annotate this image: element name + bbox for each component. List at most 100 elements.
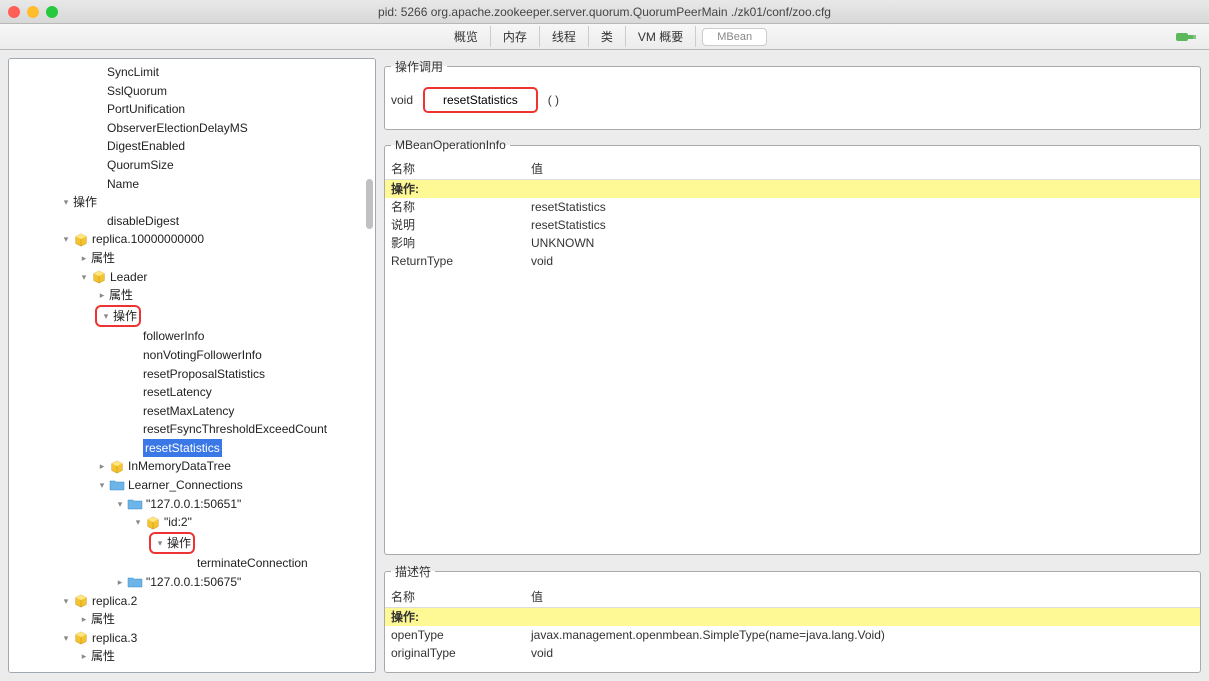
- chevron-down-icon[interactable]: ▾: [99, 307, 113, 326]
- cube-icon: [73, 593, 89, 609]
- chevron-right-icon[interactable]: ▸: [77, 249, 91, 268]
- mbeaninfo-title: MBeanOperationInfo: [391, 138, 510, 152]
- col-name: 名称: [391, 160, 531, 177]
- table-row[interactable]: originalTypevoid: [385, 644, 1200, 662]
- tree-item-ip1[interactable]: ▾"127.0.0.1:50651": [9, 495, 375, 514]
- tree-item-quorumsize[interactable]: QuorumSize: [9, 156, 375, 175]
- minimize-icon[interactable]: [27, 6, 39, 18]
- cube-icon: [109, 459, 125, 475]
- tree-item-attrs2[interactable]: ▸属性: [9, 286, 375, 305]
- window-title: pid: 5266 org.apache.zookeeper.server.qu…: [8, 5, 1201, 19]
- chevron-right-icon[interactable]: ▸: [77, 647, 91, 666]
- highlighted-ops2: ▾操作: [149, 532, 195, 555]
- tree-item-id2[interactable]: ▾"id:2": [9, 513, 375, 532]
- table-row[interactable]: 影响UNKNOWN: [385, 234, 1200, 252]
- folder-icon: [109, 477, 125, 493]
- tree-item-resetlatency[interactable]: resetLatency: [9, 383, 375, 402]
- tree-item-portunification[interactable]: PortUnification: [9, 100, 375, 119]
- detail-panel: 操作调用 void resetStatistics ( ) MBeanOpera…: [384, 58, 1201, 673]
- folder-icon: [127, 574, 143, 590]
- tree-item-nonvoting[interactable]: nonVotingFollowerInfo: [9, 346, 375, 365]
- tree-item-leader[interactable]: ▾Leader: [9, 268, 375, 287]
- tree-item-observerdelay[interactable]: ObserverElectionDelayMS: [9, 119, 375, 138]
- tree-item-resetproposal[interactable]: resetProposalStatistics: [9, 365, 375, 384]
- chevron-down-icon[interactable]: ▾: [131, 513, 145, 532]
- scrollbar[interactable]: [366, 179, 373, 229]
- tree-item-replica3[interactable]: ▾replica.3: [9, 629, 375, 648]
- chevron-down-icon[interactable]: ▾: [59, 592, 73, 611]
- table-row-group: 操作:: [385, 180, 1200, 198]
- tree-item-attrs4[interactable]: ▸属性: [9, 647, 375, 666]
- chevron-down-icon[interactable]: ▾: [59, 193, 73, 212]
- tree-item-ops-id2[interactable]: ▾操作: [9, 532, 375, 555]
- tree-item-resetstats[interactable]: resetStatistics: [9, 439, 375, 458]
- tree-item-replica1[interactable]: ▾replica.10000000000: [9, 230, 375, 249]
- tree-item-name[interactable]: Name: [9, 175, 375, 194]
- content-area: SyncLimit SslQuorum PortUnification Obse…: [0, 50, 1209, 681]
- tree-item-ops-leader[interactable]: ▾操作: [9, 305, 375, 328]
- table-row[interactable]: openTypejavax.management.openmbean.Simpl…: [385, 626, 1200, 644]
- tree-item-sslquorum[interactable]: SslQuorum: [9, 82, 375, 101]
- cube-icon: [91, 269, 107, 285]
- tree-item-resetfsync[interactable]: resetFsyncThresholdExceedCount: [9, 420, 375, 439]
- descriptor-fieldset: 描述符 名称 值 操作: openTypejavax.management.op…: [384, 563, 1201, 673]
- tree-item-attrs3[interactable]: ▸属性: [9, 610, 375, 629]
- tree-item-learnerconn[interactable]: ▾Learner_Connections: [9, 476, 375, 495]
- tabs: 概览 内存 线程 类 VM 概要 MBean: [442, 26, 767, 47]
- invoke-return-type: void: [391, 93, 413, 107]
- tree-item-ip2[interactable]: ▸"127.0.0.1:50675": [9, 573, 375, 592]
- folder-icon: [127, 496, 143, 512]
- table-row[interactable]: 名称resetStatistics: [385, 198, 1200, 216]
- invoke-parens: ( ): [548, 93, 559, 107]
- traffic-lights: [8, 6, 58, 18]
- maximize-icon[interactable]: [46, 6, 58, 18]
- chevron-down-icon[interactable]: ▾: [153, 534, 167, 553]
- tree-item-digestenabled[interactable]: DigestEnabled: [9, 137, 375, 156]
- tree-item-disabledigest[interactable]: disableDigest: [9, 212, 375, 231]
- tab-vm[interactable]: VM 概要: [626, 26, 696, 47]
- cube-icon: [73, 232, 89, 248]
- close-icon[interactable]: [8, 6, 20, 18]
- chevron-right-icon[interactable]: ▸: [95, 457, 109, 476]
- chevron-right-icon[interactable]: ▸: [113, 573, 127, 592]
- cube-icon: [73, 630, 89, 646]
- tree-item-followerinfo[interactable]: followerInfo: [9, 327, 375, 346]
- table-row[interactable]: ReturnTypevoid: [385, 252, 1200, 270]
- tab-memory[interactable]: 内存: [491, 26, 540, 47]
- chevron-right-icon[interactable]: ▸: [95, 286, 109, 305]
- col-name: 名称: [391, 588, 531, 605]
- mbeaninfo-fieldset: MBeanOperationInfo 名称 值 操作: 名称resetStati…: [384, 138, 1201, 555]
- tree-item-terminate[interactable]: terminateConnection: [9, 554, 375, 573]
- app-window: pid: 5266 org.apache.zookeeper.server.qu…: [0, 0, 1209, 681]
- tree-item-attrs1[interactable]: ▸属性: [9, 249, 375, 268]
- chevron-down-icon[interactable]: ▾: [95, 476, 109, 495]
- tree-item-resetmaxlatency[interactable]: resetMaxLatency: [9, 402, 375, 421]
- cube-icon: [145, 515, 161, 531]
- descriptor-title: 描述符: [391, 563, 435, 580]
- tree-item-synclimit[interactable]: SyncLimit: [9, 63, 375, 82]
- chevron-down-icon[interactable]: ▾: [59, 230, 73, 249]
- tab-threads[interactable]: 线程: [540, 26, 589, 47]
- tab-classes[interactable]: 类: [589, 26, 626, 47]
- descriptor-table: 名称 值 操作: openTypejavax.management.openmb…: [385, 586, 1200, 662]
- tab-mbean[interactable]: MBean: [702, 28, 767, 46]
- tree-panel[interactable]: SyncLimit SslQuorum PortUnification Obse…: [8, 58, 376, 673]
- invoke-fieldset: 操作调用 void resetStatistics ( ): [384, 58, 1201, 130]
- tree-item-ops1[interactable]: ▾操作: [9, 193, 375, 212]
- chevron-down-icon[interactable]: ▾: [113, 495, 127, 514]
- tab-overview[interactable]: 概览: [442, 26, 491, 47]
- table-row[interactable]: 说明resetStatistics: [385, 216, 1200, 234]
- chevron-down-icon[interactable]: ▾: [59, 629, 73, 648]
- chevron-down-icon[interactable]: ▾: [77, 268, 91, 287]
- connection-icon[interactable]: [1175, 30, 1197, 44]
- reset-statistics-button[interactable]: resetStatistics: [423, 87, 538, 113]
- chevron-right-icon[interactable]: ▸: [77, 610, 91, 629]
- tree-item-inmemory[interactable]: ▸InMemoryDataTree: [9, 457, 375, 476]
- highlighted-ops: ▾操作: [95, 305, 141, 328]
- mbeaninfo-table: 名称 值 操作: 名称resetStatistics 说明resetStatis…: [385, 158, 1200, 270]
- invoke-title: 操作调用: [391, 58, 447, 75]
- tree-item-replica2[interactable]: ▾replica.2: [9, 592, 375, 611]
- titlebar: pid: 5266 org.apache.zookeeper.server.qu…: [0, 0, 1209, 24]
- col-value: 值: [531, 588, 1194, 605]
- table-row-group: 操作:: [385, 608, 1200, 626]
